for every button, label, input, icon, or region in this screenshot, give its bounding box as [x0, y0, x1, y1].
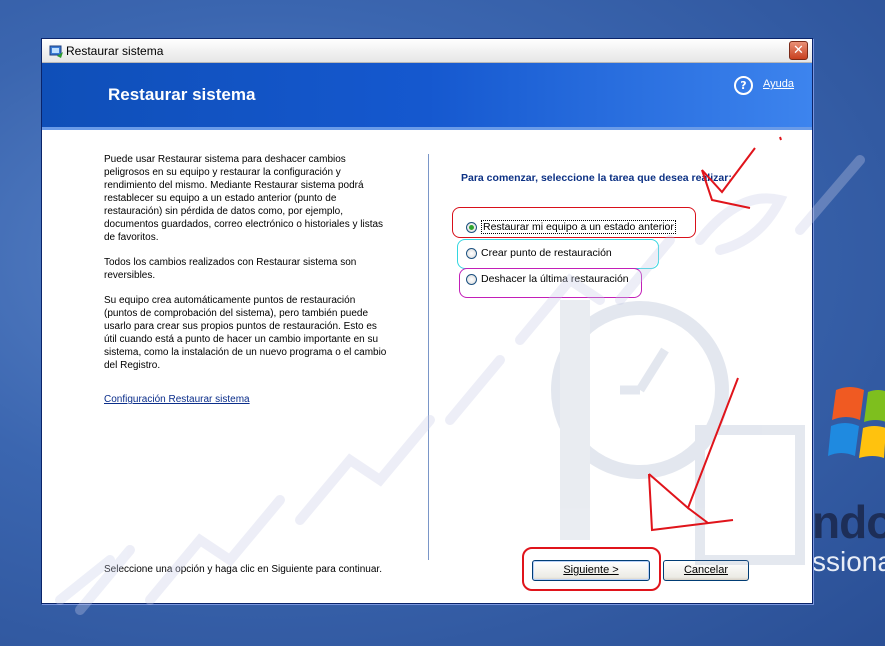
- annotation-cyan-outline: [457, 239, 659, 269]
- system-restore-icon: [49, 45, 63, 58]
- windows-logo-icon: [828, 387, 885, 458]
- description-paragraph: Puede usar Restaurar sistema para deshac…: [104, 154, 384, 243]
- title-bar[interactable]: Restaurar sistema ✕: [42, 39, 812, 63]
- cancel-button-label: Cancelar: [683, 564, 729, 576]
- close-button[interactable]: ✕: [789, 41, 808, 60]
- close-icon: ✕: [793, 43, 804, 58]
- description-paragraph: Todos los cambios realizados con Restaur…: [104, 257, 357, 281]
- cancel-button[interactable]: Cancelar: [663, 560, 749, 581]
- panel-divider: [428, 154, 429, 560]
- help-icon[interactable]: ?: [734, 76, 753, 95]
- config-restore-link[interactable]: Configuración Restaurar sistema: [104, 394, 250, 405]
- desktop-windows-text: ndow: [812, 496, 885, 548]
- annotation-next-outline: [522, 547, 661, 591]
- help-link[interactable]: Ayuda: [763, 78, 794, 90]
- desktop-edition-text: ssiona: [812, 546, 885, 577]
- description-panel: Puede usar Restaurar sistema para deshac…: [104, 153, 389, 384]
- description-paragraph: Su equipo crea automáticamente puntos de…: [104, 295, 387, 371]
- annotation-magenta-outline: [459, 268, 642, 298]
- window-title: Restaurar sistema: [66, 44, 164, 58]
- annotation-red-outline: [452, 207, 696, 238]
- system-restore-window: Restaurar sistema ✕ Restaurar sistema ? …: [41, 38, 813, 604]
- header-band: Restaurar sistema ? Ayuda: [42, 63, 812, 130]
- task-prompt: Para comenzar, seleccione la tarea que d…: [461, 172, 732, 184]
- page-title: Restaurar sistema: [108, 85, 256, 104]
- footer-instruction: Seleccione una opción y haga clic en Sig…: [104, 564, 382, 575]
